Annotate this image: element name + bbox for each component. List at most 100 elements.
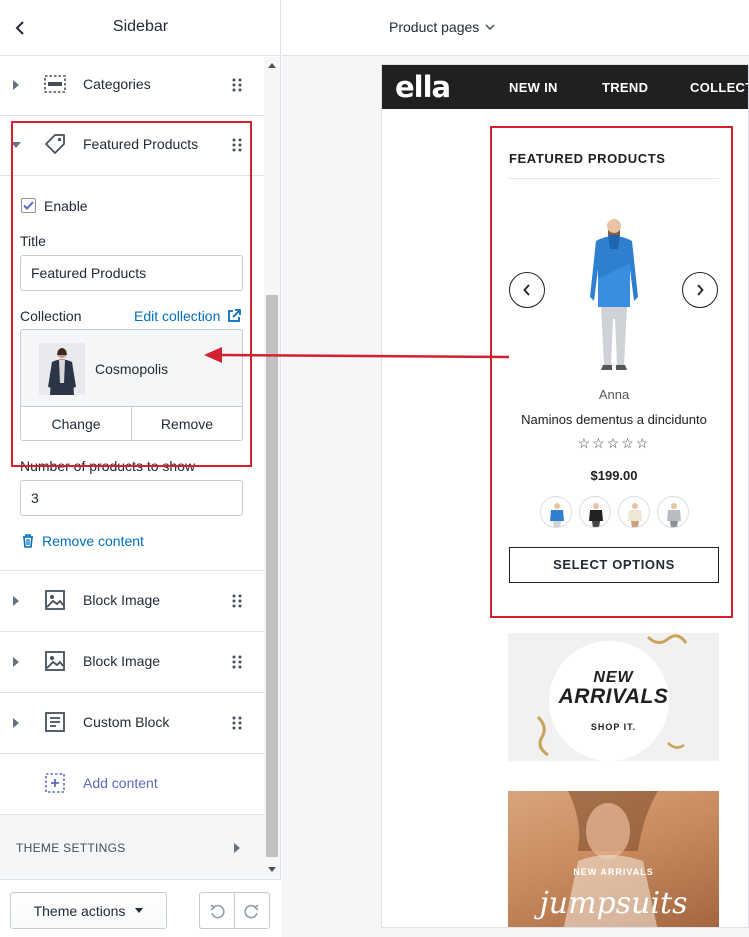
redo-icon: [244, 903, 259, 918]
product-image[interactable]: [572, 209, 656, 371]
chevron-right-icon: [697, 284, 704, 296]
editor-panel: Sidebar Categories Featured Products Ena…: [0, 0, 281, 937]
redo-button[interactable]: [235, 893, 269, 928]
caret-right-icon: [13, 657, 19, 667]
collection-actions: Change Remove: [21, 406, 242, 440]
add-content-button[interactable]: Add content: [0, 754, 264, 815]
carousel-next-button[interactable]: [682, 272, 718, 308]
section-block-image-1[interactable]: Block Image: [0, 571, 264, 632]
undo-redo-group: [199, 892, 270, 929]
caret-down-icon: [135, 908, 144, 913]
remove-content-label: Remove content: [42, 533, 144, 549]
swatch-blue[interactable]: [540, 496, 572, 528]
section-categories[interactable]: Categories: [0, 57, 264, 116]
product-price: $199.00: [590, 468, 638, 483]
site-logo[interactable]: ella: [395, 70, 451, 104]
swatch-black[interactable]: [579, 496, 611, 528]
scrollbar-thumb[interactable]: [266, 295, 278, 857]
section-block-image-2[interactable]: Block Image: [0, 632, 264, 693]
page-type-selector[interactable]: Product pages: [389, 19, 495, 35]
select-options-button[interactable]: SELECT OPTIONS: [509, 547, 719, 583]
collection-label: Collection: [20, 308, 82, 324]
storefront-preview-frame: ella NEW IN TREND COLLECT FEATURED PRODU…: [381, 64, 749, 928]
section-custom-block[interactable]: Custom Block: [0, 693, 264, 754]
external-link-icon[interactable]: [227, 309, 241, 323]
title-input[interactable]: Featured Products: [20, 255, 243, 291]
carousel-prev-button[interactable]: [509, 272, 545, 308]
preview-area: Product pages ella NEW IN TREND COLLECT …: [282, 0, 749, 937]
panel-scrollbar[interactable]: [264, 57, 280, 879]
collection-name: Cosmopolis: [95, 361, 169, 377]
title-label: Title: [20, 233, 46, 249]
undo-button[interactable]: [200, 893, 235, 928]
change-collection-button[interactable]: Change: [21, 407, 132, 440]
divider: [509, 178, 719, 179]
theme-actions-label: Theme actions: [33, 902, 126, 919]
tag-icon: [45, 134, 65, 154]
theme-settings-label: THEME SETTINGS: [16, 841, 126, 855]
caret-right-icon: [13, 718, 19, 728]
add-block-icon: [45, 773, 65, 793]
highlight-box-preview: [490, 126, 733, 618]
remove-content-link[interactable]: Remove content: [22, 533, 144, 549]
theme-actions-button[interactable]: Theme actions: [10, 892, 167, 929]
panel-scroll-area: Categories Featured Products Enable Titl…: [0, 57, 281, 879]
undo-icon: [210, 903, 225, 918]
banner-line-jumpsuits: jumpsuits: [539, 886, 688, 921]
product-name[interactable]: Naminos dementus a dincidunto: [509, 412, 719, 427]
preview-toolbar: Product pages: [282, 0, 749, 56]
panel-header: Sidebar: [0, 0, 281, 56]
caret-right-icon: [234, 843, 240, 853]
chevron-left-icon: [523, 284, 530, 296]
image-icon: [45, 590, 65, 610]
collection-card: Cosmopolis Change Remove: [20, 329, 243, 441]
scroll-up-icon[interactable]: [267, 61, 277, 69]
caret-right-icon: [13, 80, 19, 90]
product-swatches: [540, 496, 689, 528]
drag-handle-icon[interactable]: [231, 654, 243, 670]
section-featured-products[interactable]: Featured Products: [0, 115, 264, 176]
enable-label: Enable: [44, 198, 88, 214]
drag-handle-icon[interactable]: [231, 137, 243, 153]
section-label: Block Image: [83, 653, 161, 669]
jumpsuits-banner[interactable]: NEW ARRIVALS jumpsuits: [508, 791, 719, 927]
categories-icon: [44, 75, 66, 93]
theme-settings-button[interactable]: THEME SETTINGS: [0, 815, 264, 879]
image-icon: [45, 651, 65, 671]
trash-icon: [23, 534, 33, 548]
new-arrivals-banner[interactable]: NEW ARRIVALS SHOP IT.: [508, 633, 719, 761]
caret-down-icon: [11, 142, 21, 148]
section-label: Custom Block: [83, 714, 170, 730]
swatch-grey[interactable]: [657, 496, 689, 528]
nav-link-collection[interactable]: COLLECT: [690, 80, 748, 95]
scroll-down-icon[interactable]: [267, 866, 277, 874]
swatch-cream[interactable]: [618, 496, 650, 528]
drag-handle-icon[interactable]: [231, 77, 243, 93]
panel-footer: Theme actions: [0, 879, 281, 937]
page-type-label: Product pages: [389, 19, 480, 35]
checkmark-icon: [23, 201, 34, 210]
panel-title: Sidebar: [112, 18, 169, 35]
caret-right-icon: [13, 596, 19, 606]
nav-link-new-in[interactable]: NEW IN: [509, 80, 558, 95]
num-products-input[interactable]: 3: [20, 480, 243, 516]
section-label: Categories: [83, 76, 151, 92]
banner-line-arrivals: ARRIVALS: [558, 685, 669, 708]
drag-handle-icon[interactable]: [231, 715, 243, 731]
product-rating: ☆☆☆☆☆: [577, 435, 651, 451]
chevron-down-icon: [485, 24, 495, 30]
section-label: Block Image: [83, 592, 161, 608]
remove-collection-button[interactable]: Remove: [132, 407, 242, 440]
drag-handle-icon[interactable]: [231, 593, 243, 609]
product-vendor: Anna: [598, 387, 630, 402]
collection-thumbnail: [39, 343, 85, 395]
enable-checkbox[interactable]: [21, 198, 36, 213]
num-products-label: Number of products to show: [20, 458, 196, 474]
banner-line-new-arrivals: NEW ARRIVALS: [573, 867, 654, 877]
text-block-icon: [45, 712, 65, 732]
featured-products-settings: Enable Title Featured Products Collectio…: [0, 176, 264, 571]
nav-link-trend[interactable]: TREND: [602, 80, 648, 95]
featured-products-title: FEATURED PRODUCTS: [509, 151, 666, 166]
site-navigation: ella NEW IN TREND COLLECT: [382, 65, 748, 109]
edit-collection-link[interactable]: Edit collection: [134, 308, 220, 324]
